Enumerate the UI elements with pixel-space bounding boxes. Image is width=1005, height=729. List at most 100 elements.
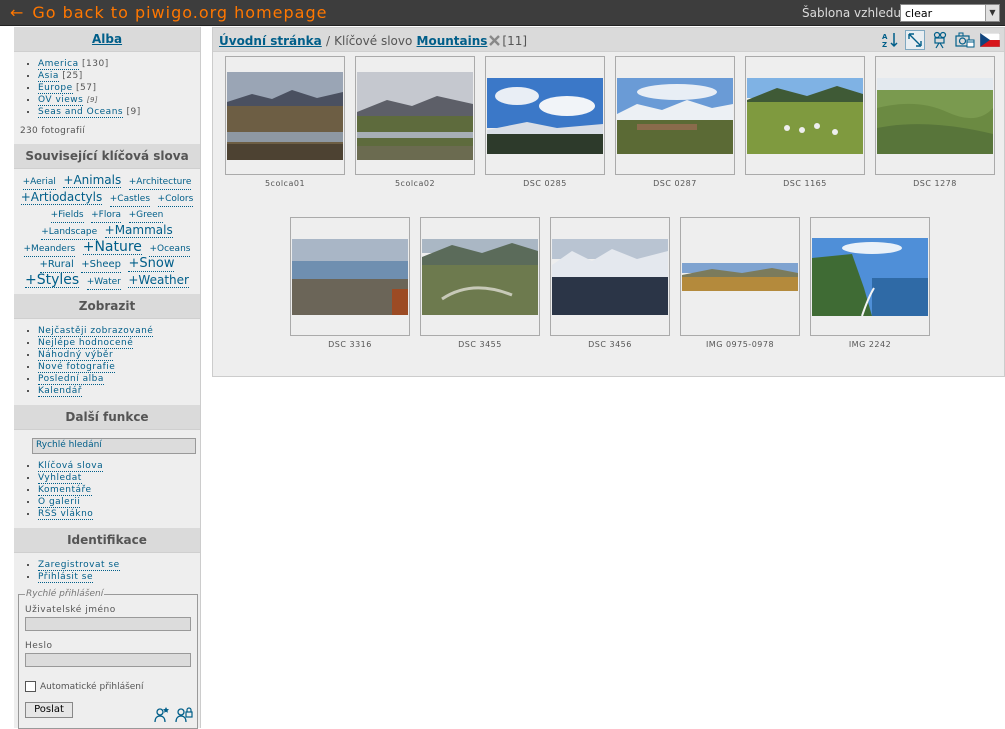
album-link-ov-views[interactable]: OV views bbox=[38, 95, 84, 106]
tag-link-architecture[interactable]: +Architecture bbox=[128, 175, 192, 190]
tag-link-green[interactable]: +Green bbox=[128, 208, 164, 223]
rss-link[interactable]: RSS vlákno bbox=[38, 509, 94, 520]
thumbnail[interactable]: IMG 0975-0978 bbox=[680, 217, 800, 349]
list-item: OV views [9] bbox=[38, 94, 194, 106]
photo-size-icon[interactable] bbox=[905, 30, 925, 50]
remove-tag-icon[interactable] bbox=[489, 35, 501, 46]
slideshow-icon[interactable] bbox=[930, 30, 950, 50]
quick-search-input[interactable]: Rychlé hledání bbox=[32, 438, 196, 454]
tag-link-aerial[interactable]: +Aerial bbox=[22, 175, 56, 190]
list-item: Nejlépe hodnocené bbox=[38, 337, 194, 349]
recent-pics-link[interactable]: Nové fotografie bbox=[38, 362, 116, 373]
tag-link-fields[interactable]: +Fields bbox=[50, 208, 84, 223]
show-header: Zobrazit bbox=[14, 294, 200, 319]
albums-title-link[interactable]: Alba bbox=[92, 32, 122, 46]
tag-link-mammals[interactable]: +Mammals bbox=[104, 223, 173, 238]
tag-link-weather[interactable]: +Weather bbox=[128, 273, 189, 288]
thumbnail-caption: DSC 3456 bbox=[588, 340, 632, 349]
list-item: Europe [57] bbox=[38, 82, 194, 94]
list-item: Nové fotografie bbox=[38, 361, 194, 373]
content-panel: Úvodní stránka / Klíčové slovo Mountains… bbox=[212, 27, 1005, 377]
album-link-asia[interactable]: Asia bbox=[38, 71, 59, 82]
thumbnail[interactable]: DSC 1278 bbox=[875, 56, 995, 188]
tag-link-snow[interactable]: +Snow bbox=[128, 257, 175, 272]
album-link-europe[interactable]: Europe bbox=[38, 83, 73, 94]
tag-link-nature[interactable]: +Nature bbox=[82, 240, 142, 255]
tag-link-rural[interactable]: +Rural bbox=[39, 258, 74, 273]
show-section: Nejčastěji zobrazované Nejlépe hodnocené… bbox=[14, 319, 200, 405]
thumbnail[interactable]: 5colca01 bbox=[225, 56, 345, 188]
thumbnail-image bbox=[747, 77, 863, 154]
thumbnail[interactable]: DSC 0287 bbox=[615, 56, 735, 188]
login-link[interactable]: Přihlásit se bbox=[38, 572, 93, 583]
back-to-homepage-link[interactable]: ← Go back to piwigo.org homepage bbox=[10, 3, 327, 22]
thumbnail[interactable]: DSC 1165 bbox=[745, 56, 865, 188]
thumbnail-image bbox=[487, 77, 603, 154]
thumbnail-caption: DSC 3316 bbox=[328, 340, 372, 349]
login-submit-button[interactable]: Poslat bbox=[25, 702, 73, 718]
tags-link[interactable]: Klíčová slova bbox=[38, 461, 104, 472]
tag-link-castles[interactable]: +Castles bbox=[109, 192, 151, 207]
breadcrumb: Úvodní stránka / Klíčové slovo Mountains… bbox=[219, 34, 527, 48]
list-item: Zaregistrovat se bbox=[38, 559, 194, 571]
tag-link-styles[interactable]: +Styles bbox=[25, 273, 80, 288]
list-item: Seas and Oceans [9] bbox=[38, 106, 194, 118]
list-item: Nejčastěji zobrazované bbox=[38, 325, 194, 337]
tag-link-flora[interactable]: +Flora bbox=[91, 208, 122, 223]
chevron-down-icon: ▼ bbox=[985, 5, 999, 21]
register-link[interactable]: Zaregistrovat se bbox=[38, 560, 120, 571]
thumbnail[interactable]: DSC 0285 bbox=[485, 56, 605, 188]
thumbnail[interactable]: DSC 3316 bbox=[290, 217, 410, 349]
remember-me-label: Automatické přihlášení bbox=[40, 681, 144, 692]
thumbnail[interactable]: IMG 2242 bbox=[810, 217, 930, 349]
thumbnail-image bbox=[422, 238, 538, 315]
tag-link-oceans[interactable]: +Oceans bbox=[149, 242, 191, 257]
most-visited-link[interactable]: Nejčastěji zobrazované bbox=[38, 326, 154, 337]
list-item: Náhodný výběr bbox=[38, 349, 194, 361]
tag-link-animals[interactable]: +Animals bbox=[63, 173, 122, 188]
username-field[interactable] bbox=[25, 617, 191, 631]
search-link[interactable]: Vyhledat bbox=[38, 473, 82, 484]
album-count: [130] bbox=[82, 59, 109, 69]
svg-text:Z: Z bbox=[882, 41, 887, 49]
remember-me-row: Automatické přihlášení bbox=[25, 681, 191, 692]
thumbnail[interactable]: 5colca02 bbox=[355, 56, 475, 188]
album-link-seas-and-oceans[interactable]: Seas and Oceans bbox=[38, 107, 124, 118]
tag-link-meanders[interactable]: +Meanders bbox=[23, 242, 76, 257]
remember-me-checkbox[interactable] bbox=[25, 681, 36, 692]
about-link[interactable]: O galerii bbox=[38, 497, 81, 508]
thumbnail-caption: DSC 1165 bbox=[783, 179, 827, 188]
comments-link[interactable]: Komentáře bbox=[38, 485, 92, 496]
tag-link-artiodactyls[interactable]: +Artiodactyls bbox=[20, 190, 103, 205]
album-link-america[interactable]: America bbox=[38, 59, 79, 70]
thumbnail-frame bbox=[290, 217, 410, 336]
tag-link-sheep[interactable]: +Sheep bbox=[81, 258, 121, 273]
tag-cloud: +Aerial +Animals +Architecture +Artiodac… bbox=[14, 169, 200, 292]
calendar-link[interactable]: Kalendář bbox=[38, 386, 82, 397]
tag-link-water[interactable]: +Water bbox=[86, 275, 121, 290]
sort-order-icon[interactable]: AZ bbox=[880, 30, 900, 50]
theme-label: Šablona vzhledu bbox=[802, 6, 901, 20]
tag-link-colors[interactable]: +Colors bbox=[157, 192, 194, 207]
lost-password-icon[interactable] bbox=[175, 705, 193, 726]
best-rated-link[interactable]: Nejlépe hodnocené bbox=[38, 338, 134, 349]
tag-link-landscape[interactable]: +Landscape bbox=[41, 225, 98, 240]
register-icon[interactable] bbox=[153, 705, 171, 726]
random-link[interactable]: Náhodný výběr bbox=[38, 350, 114, 361]
tag-breadcrumb-link[interactable]: Mountains bbox=[417, 34, 488, 48]
thumbnail[interactable]: DSC 3456 bbox=[550, 217, 670, 349]
thumbnail-image bbox=[552, 238, 668, 315]
thumbnail-caption: DSC 1278 bbox=[913, 179, 957, 188]
theme-select[interactable]: clear ▼ bbox=[900, 4, 1000, 22]
thumbnail[interactable]: DSC 3455 bbox=[420, 217, 540, 349]
camera-calendar-icon[interactable] bbox=[955, 30, 975, 50]
recent-albums-link[interactable]: Poslední alba bbox=[38, 374, 104, 385]
thumbnail-image bbox=[227, 71, 343, 160]
list-item: Kalendář bbox=[38, 385, 194, 397]
breadcrumb-tag-prefix: Klíčové slovo bbox=[334, 34, 413, 48]
home-breadcrumb-link[interactable]: Úvodní stránka bbox=[219, 34, 322, 48]
identification-header: Identifikace bbox=[14, 528, 200, 553]
password-field[interactable] bbox=[25, 653, 191, 667]
list-item: RSS vlákno bbox=[38, 508, 194, 520]
language-flag-icon[interactable] bbox=[980, 30, 1000, 50]
